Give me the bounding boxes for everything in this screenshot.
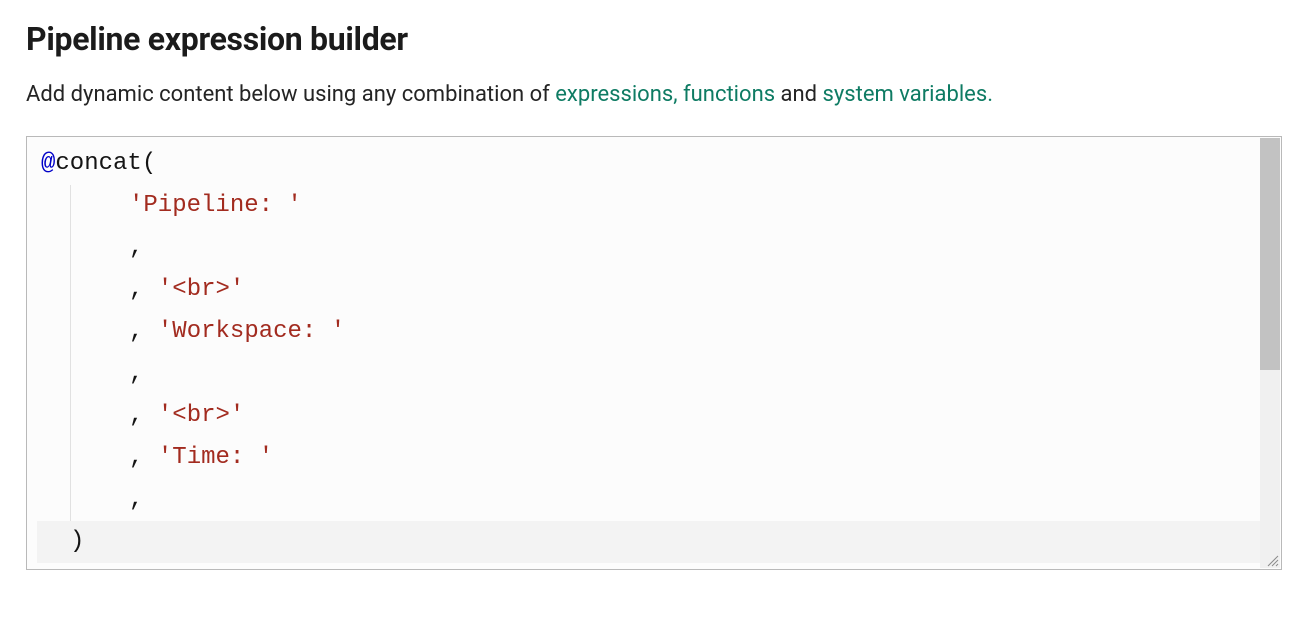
comma: , xyxy=(129,234,143,261)
function-name: concat xyxy=(55,150,141,177)
link-system-variables[interactable]: system variables. xyxy=(823,82,994,107)
comma: , xyxy=(129,276,143,303)
description: Add dynamic content below using any comb… xyxy=(26,80,1282,110)
code-line[interactable]: , '<br>' xyxy=(41,395,1271,437)
description-prefix: Add dynamic content below using any comb… xyxy=(26,82,555,107)
comma: , xyxy=(129,444,143,471)
code-line[interactable]: , xyxy=(41,353,1271,395)
link-expressions[interactable]: expressions, xyxy=(555,82,677,107)
code-line[interactable]: , 'Time: ' xyxy=(41,437,1271,479)
open-paren: ( xyxy=(142,150,156,177)
comma: , xyxy=(129,318,143,345)
code-line[interactable]: , '<br>' xyxy=(41,269,1271,311)
code-line[interactable]: , 'Workspace: ' xyxy=(41,311,1271,353)
at-symbol: @ xyxy=(41,150,55,177)
comma: , xyxy=(129,402,143,429)
code-line[interactable]: ) xyxy=(41,521,1271,563)
string-literal: 'Time: ' xyxy=(158,444,273,471)
expression-editor[interactable]: @concat( 'Pipeline: ',, '<br>', 'Workspace:… xyxy=(26,136,1282,570)
code-line[interactable]: 'Pipeline: ' xyxy=(41,185,1271,227)
code-line[interactable]: , xyxy=(41,479,1271,521)
code-line[interactable]: , xyxy=(41,227,1271,269)
page-title: Pipeline expression builder xyxy=(26,20,1282,58)
resize-handle[interactable] xyxy=(1265,553,1279,567)
comma: , xyxy=(129,486,143,513)
string-literal: 'Workspace: ' xyxy=(158,318,345,345)
string-literal: 'Pipeline: ' xyxy=(129,192,302,219)
link-functions[interactable]: functions xyxy=(683,82,775,107)
string-literal: '<br>' xyxy=(158,276,244,303)
string-literal: '<br>' xyxy=(158,402,244,429)
comma: , xyxy=(129,360,143,387)
code-line[interactable]: @concat( xyxy=(41,143,1271,185)
close-paren: ) xyxy=(70,528,84,555)
